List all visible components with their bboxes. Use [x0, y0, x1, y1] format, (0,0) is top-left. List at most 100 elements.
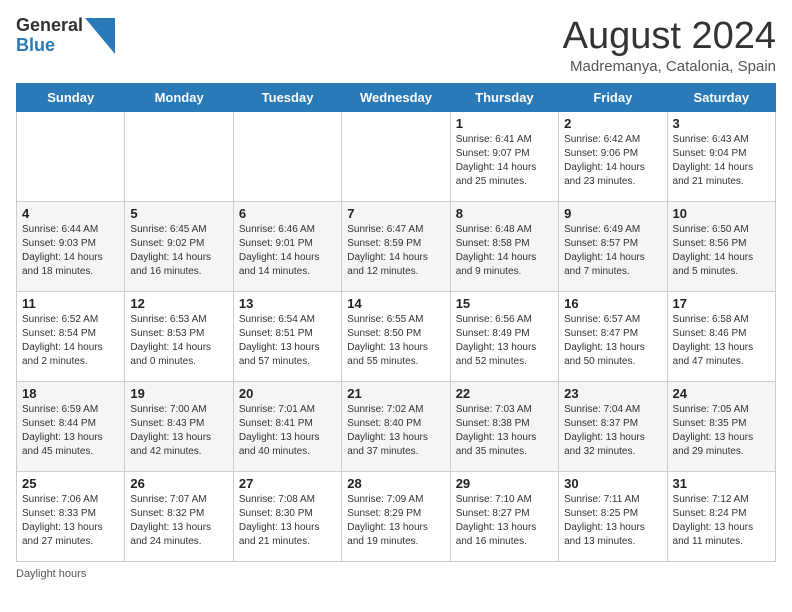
header-cell-tuesday: Tuesday [233, 83, 341, 111]
day-cell: 3 Sunrise: 6:43 AM Sunset: 9:04 PM Daylig… [667, 111, 775, 201]
calendar-table: SundayMondayTuesdayWednesdayThursdayFrid… [16, 83, 776, 562]
day-number: 22 [456, 386, 553, 401]
location: Madremanya, Catalonia, Spain [563, 58, 776, 75]
day-info: Sunrise: 6:49 AM Sunset: 8:57 PM Dayligh… [564, 223, 661, 279]
day-info: Sunrise: 6:41 AM Sunset: 9:07 PM Dayligh… [456, 133, 553, 189]
day-number: 7 [347, 206, 444, 221]
day-number: 2 [564, 116, 661, 131]
day-cell: 13 Sunrise: 6:54 AM Sunset: 8:51 PM Dayli… [233, 291, 341, 381]
header-cell-wednesday: Wednesday [342, 83, 450, 111]
day-info: Sunrise: 7:02 AM Sunset: 8:40 PM Dayligh… [347, 403, 444, 459]
week-row-2: 4 Sunrise: 6:44 AM Sunset: 9:03 PM Daylig… [17, 201, 776, 291]
day-cell: 29 Sunrise: 7:10 AM Sunset: 8:27 PM Dayli… [450, 471, 558, 561]
header-row: SundayMondayTuesdayWednesdayThursdayFrid… [17, 83, 776, 111]
day-info: Sunrise: 6:46 AM Sunset: 9:01 PM Dayligh… [239, 223, 336, 279]
day-number: 4 [22, 206, 119, 221]
day-number: 18 [22, 386, 119, 401]
day-number: 26 [130, 476, 227, 491]
day-number: 9 [564, 206, 661, 221]
week-row-4: 18 Sunrise: 6:59 AM Sunset: 8:44 PM Dayli… [17, 381, 776, 471]
day-cell [233, 111, 341, 201]
day-info: Sunrise: 6:47 AM Sunset: 8:59 PM Dayligh… [347, 223, 444, 279]
day-info: Sunrise: 6:42 AM Sunset: 9:06 PM Dayligh… [564, 133, 661, 189]
day-info: Sunrise: 7:08 AM Sunset: 8:30 PM Dayligh… [239, 493, 336, 549]
day-info: Sunrise: 6:48 AM Sunset: 8:58 PM Dayligh… [456, 223, 553, 279]
day-info: Sunrise: 6:59 AM Sunset: 8:44 PM Dayligh… [22, 403, 119, 459]
logo: General Blue [16, 16, 115, 56]
day-cell: 5 Sunrise: 6:45 AM Sunset: 9:02 PM Daylig… [125, 201, 233, 291]
day-cell: 2 Sunrise: 6:42 AM Sunset: 9:06 PM Daylig… [559, 111, 667, 201]
day-cell [342, 111, 450, 201]
header-cell-sunday: Sunday [17, 83, 125, 111]
day-number: 5 [130, 206, 227, 221]
header-cell-friday: Friday [559, 83, 667, 111]
day-number: 25 [22, 476, 119, 491]
footer-note: Daylight hours [16, 568, 776, 580]
day-number: 8 [456, 206, 553, 221]
day-cell: 28 Sunrise: 7:09 AM Sunset: 8:29 PM Dayli… [342, 471, 450, 561]
day-cell: 24 Sunrise: 7:05 AM Sunset: 8:35 PM Dayli… [667, 381, 775, 471]
day-info: Sunrise: 7:11 AM Sunset: 8:25 PM Dayligh… [564, 493, 661, 549]
day-cell: 9 Sunrise: 6:49 AM Sunset: 8:57 PM Daylig… [559, 201, 667, 291]
day-number: 29 [456, 476, 553, 491]
day-info: Sunrise: 6:52 AM Sunset: 8:54 PM Dayligh… [22, 313, 119, 369]
day-info: Sunrise: 7:09 AM Sunset: 8:29 PM Dayligh… [347, 493, 444, 549]
day-number: 6 [239, 206, 336, 221]
day-cell: 26 Sunrise: 7:07 AM Sunset: 8:32 PM Dayli… [125, 471, 233, 561]
day-number: 30 [564, 476, 661, 491]
day-info: Sunrise: 7:00 AM Sunset: 8:43 PM Dayligh… [130, 403, 227, 459]
day-number: 15 [456, 296, 553, 311]
day-cell: 4 Sunrise: 6:44 AM Sunset: 9:03 PM Daylig… [17, 201, 125, 291]
day-number: 23 [564, 386, 661, 401]
day-info: Sunrise: 6:54 AM Sunset: 8:51 PM Dayligh… [239, 313, 336, 369]
day-number: 28 [347, 476, 444, 491]
day-cell: 10 Sunrise: 6:50 AM Sunset: 8:56 PM Dayli… [667, 201, 775, 291]
day-info: Sunrise: 6:50 AM Sunset: 8:56 PM Dayligh… [673, 223, 770, 279]
day-cell [17, 111, 125, 201]
day-info: Sunrise: 7:10 AM Sunset: 8:27 PM Dayligh… [456, 493, 553, 549]
day-number: 31 [673, 476, 770, 491]
day-info: Sunrise: 7:12 AM Sunset: 8:24 PM Dayligh… [673, 493, 770, 549]
day-number: 27 [239, 476, 336, 491]
day-cell: 11 Sunrise: 6:52 AM Sunset: 8:54 PM Dayli… [17, 291, 125, 381]
day-number: 1 [456, 116, 553, 131]
header: General Blue August 2024 Madremanya, Cat… [16, 16, 776, 75]
day-cell: 22Sunrise: 7:03 AM Sunset: 8:38 PM Dayli… [450, 381, 558, 471]
day-number: 20 [239, 386, 336, 401]
day-info: Sunrise: 7:07 AM Sunset: 8:32 PM Dayligh… [130, 493, 227, 549]
day-info: Sunrise: 6:44 AM Sunset: 9:03 PM Dayligh… [22, 223, 119, 279]
logo-blue: Blue [16, 35, 55, 55]
day-cell: 16Sunrise: 6:57 AM Sunset: 8:47 PM Dayli… [559, 291, 667, 381]
day-number: 3 [673, 116, 770, 131]
month-title: August 2024 [563, 16, 776, 58]
day-info: Sunrise: 6:58 AM Sunset: 8:46 PM Dayligh… [673, 313, 770, 369]
title-area: August 2024 Madremanya, Catalonia, Spain [563, 16, 776, 75]
day-cell: 23Sunrise: 7:04 AM Sunset: 8:37 PM Dayli… [559, 381, 667, 471]
week-row-3: 11 Sunrise: 6:52 AM Sunset: 8:54 PM Dayli… [17, 291, 776, 381]
day-number: 13 [239, 296, 336, 311]
day-number: 10 [673, 206, 770, 221]
day-info: Sunrise: 6:45 AM Sunset: 9:02 PM Dayligh… [130, 223, 227, 279]
day-cell: 31 Sunrise: 7:12 AM Sunset: 8:24 PM Dayli… [667, 471, 775, 561]
day-cell: 12Sunrise: 6:53 AM Sunset: 8:53 PM Dayli… [125, 291, 233, 381]
day-info: Sunrise: 7:05 AM Sunset: 8:35 PM Dayligh… [673, 403, 770, 459]
day-cell: 15 Sunrise: 6:56 AM Sunset: 8:49 PM Dayli… [450, 291, 558, 381]
week-row-5: 25Sunrise: 7:06 AM Sunset: 8:33 PM Dayli… [17, 471, 776, 561]
day-info: Sunrise: 6:43 AM Sunset: 9:04 PM Dayligh… [673, 133, 770, 189]
day-cell: 14Sunrise: 6:55 AM Sunset: 8:50 PM Dayli… [342, 291, 450, 381]
day-info: Sunrise: 6:55 AM Sunset: 8:50 PM Dayligh… [347, 313, 444, 369]
day-number: 11 [22, 296, 119, 311]
day-number: 21 [347, 386, 444, 401]
day-info: Sunrise: 6:56 AM Sunset: 8:49 PM Dayligh… [456, 313, 553, 369]
day-cell: 27 Sunrise: 7:08 AM Sunset: 8:30 PM Dayli… [233, 471, 341, 561]
day-number: 12 [130, 296, 227, 311]
day-cell: 7 Sunrise: 6:47 AM Sunset: 8:59 PM Daylig… [342, 201, 450, 291]
day-number: 24 [673, 386, 770, 401]
day-number: 17 [673, 296, 770, 311]
header-cell-saturday: Saturday [667, 83, 775, 111]
day-cell: 21 Sunrise: 7:02 AM Sunset: 8:40 PM Dayli… [342, 381, 450, 471]
day-cell: 19Sunrise: 7:00 AM Sunset: 8:43 PM Dayli… [125, 381, 233, 471]
day-number: 16 [564, 296, 661, 311]
day-cell [125, 111, 233, 201]
header-cell-thursday: Thursday [450, 83, 558, 111]
